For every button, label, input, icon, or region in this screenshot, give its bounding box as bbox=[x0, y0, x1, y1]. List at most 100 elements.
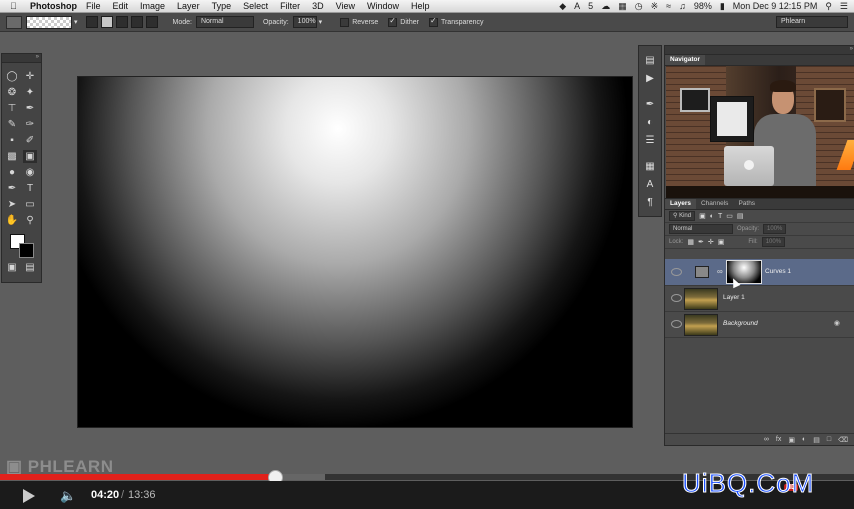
layer-opacity-input[interactable]: 100% bbox=[763, 224, 787, 234]
grid-icon[interactable]: ▦ bbox=[618, 1, 627, 12]
layer-row-layer1[interactable]: Layer 1 bbox=[665, 285, 854, 312]
layer-row-curves[interactable]: ∞ Curves 1 bbox=[665, 259, 854, 286]
navigator-preview[interactable] bbox=[666, 66, 854, 198]
visibility-eye-icon[interactable] bbox=[671, 294, 682, 302]
blend-mode-select[interactable]: Normal bbox=[669, 224, 733, 234]
tab-paths[interactable]: Paths bbox=[733, 199, 760, 209]
shape-filter-icon[interactable]: ▭ bbox=[726, 212, 733, 220]
layer-row-background[interactable]: Background ◉ bbox=[665, 311, 854, 338]
dodge-tool-icon[interactable]: ◉ bbox=[23, 166, 37, 179]
radial-gradient-button[interactable] bbox=[100, 16, 113, 28]
tab-layers[interactable]: Layers bbox=[665, 199, 696, 209]
visibility-eye-icon[interactable] bbox=[671, 320, 682, 328]
reverse-checkbox[interactable] bbox=[340, 17, 350, 27]
actions-panel-icon[interactable]: ▶ bbox=[643, 72, 657, 86]
opacity-chevron-icon[interactable]: ▾ bbox=[319, 18, 323, 26]
add-mask-icon[interactable]: ▣ bbox=[788, 436, 795, 444]
dropbox-icon[interactable]: ◆ bbox=[559, 1, 566, 12]
document-canvas[interactable] bbox=[77, 76, 633, 428]
lock-all-icon[interactable]: ▣ bbox=[718, 238, 725, 246]
adjustment-filter-icon[interactable]: ◐ bbox=[710, 213, 714, 220]
trash-icon[interactable]: ⌫ bbox=[838, 436, 848, 444]
layer-name[interactable]: Curves 1 bbox=[765, 268, 791, 275]
path-select-tool-icon[interactable]: ➤ bbox=[5, 198, 19, 211]
app-menu[interactable]: Photoshop bbox=[30, 1, 77, 11]
menu-image[interactable]: Image bbox=[140, 1, 165, 11]
brush-panel-icon[interactable]: ✒ bbox=[643, 98, 657, 112]
workspace-select[interactable]: Phlearn bbox=[776, 16, 848, 28]
menu-3d[interactable]: 3D bbox=[312, 1, 324, 11]
angle-gradient-button[interactable] bbox=[115, 16, 128, 28]
navigator-panel-header[interactable]: » bbox=[665, 46, 854, 55]
clone-stamp-tool-icon[interactable]: ▪ bbox=[5, 134, 19, 147]
zoom-tool-icon[interactable]: ⚲ bbox=[23, 214, 37, 227]
menu-help[interactable]: Help bbox=[411, 1, 430, 11]
link-icon[interactable]: ∞ bbox=[717, 267, 723, 276]
paragraph-panel-icon[interactable]: ¶ bbox=[643, 196, 657, 210]
type-filter-icon[interactable]: T bbox=[718, 213, 722, 220]
menu-select[interactable]: Select bbox=[243, 1, 268, 11]
list-icon[interactable]: ☰ bbox=[840, 1, 848, 12]
quick-mask-icon[interactable]: ▣ bbox=[5, 261, 19, 274]
battery-text[interactable]: 98% bbox=[694, 1, 712, 11]
diamond-gradient-button[interactable] bbox=[145, 16, 158, 28]
gradient-tool-icon[interactable]: ▣ bbox=[23, 150, 37, 163]
layer-style-icon[interactable]: fx bbox=[776, 436, 781, 443]
swatches-panel-icon[interactable]: ▦ bbox=[643, 160, 657, 174]
gradient-picker[interactable] bbox=[26, 15, 72, 29]
new-adjustment-icon[interactable]: ◐ bbox=[802, 436, 806, 443]
visibility-eye-icon[interactable] bbox=[671, 268, 682, 276]
search-icon[interactable]: ⚲ bbox=[825, 1, 832, 12]
bluetooth-icon[interactable]: ※ bbox=[651, 1, 659, 12]
apple-menu-icon[interactable]:  bbox=[10, 1, 22, 11]
crop-tool-icon[interactable]: ⊤ bbox=[5, 102, 19, 115]
lasso-tool-icon[interactable]: ❂ bbox=[5, 86, 19, 99]
menu-type[interactable]: Type bbox=[212, 1, 232, 11]
play-icon[interactable] bbox=[23, 489, 35, 503]
marquee-tool-icon[interactable]: ◯ bbox=[5, 70, 19, 83]
eraser-tool-icon[interactable]: ▩ bbox=[5, 150, 19, 163]
dither-checkbox[interactable] bbox=[388, 16, 398, 27]
cloud-icon[interactable]: ☁ bbox=[601, 1, 610, 12]
shape-tool-icon[interactable]: ▭ bbox=[23, 198, 37, 211]
move-tool-icon[interactable]: ✛ bbox=[23, 70, 37, 83]
volume-icon[interactable]: ♫ bbox=[679, 1, 686, 11]
tab-channels[interactable]: Channels bbox=[696, 199, 733, 209]
reflected-gradient-button[interactable] bbox=[130, 16, 143, 28]
menu-file[interactable]: File bbox=[86, 1, 101, 11]
adjustments-panel-icon[interactable]: ◐ bbox=[643, 116, 657, 130]
volume-icon[interactable]: 🔈 bbox=[60, 488, 76, 504]
tools-panel-header[interactable]: » bbox=[2, 54, 41, 63]
background-color-swatch[interactable] bbox=[19, 243, 34, 258]
lock-pixels-icon[interactable]: ✒ bbox=[698, 238, 704, 246]
new-group-icon[interactable]: ▤ bbox=[813, 436, 820, 444]
screen-mode-icon[interactable]: ▤ bbox=[23, 261, 37, 274]
history-brush-tool-icon[interactable]: ✐ bbox=[23, 134, 37, 147]
eyedropper-tool-icon[interactable]: ✒ bbox=[23, 102, 37, 115]
clock-icon[interactable]: ◷ bbox=[635, 1, 643, 12]
battery-icon[interactable]: ▮ bbox=[720, 1, 725, 12]
transparency-checkbox[interactable] bbox=[428, 16, 438, 27]
menu-view[interactable]: View bbox=[336, 1, 355, 11]
history-panel-icon[interactable]: ▤ bbox=[643, 54, 657, 68]
menu-window[interactable]: Window bbox=[367, 1, 399, 11]
wifi-icon[interactable]: ≈ bbox=[666, 1, 671, 11]
lock-position-icon[interactable]: ✛ bbox=[708, 238, 714, 246]
chevron-down-icon[interactable]: ▾ bbox=[74, 18, 78, 26]
pixel-filter-icon[interactable]: ▣ bbox=[699, 212, 706, 220]
fill-input[interactable]: 100% bbox=[761, 237, 786, 247]
properties-panel-icon[interactable]: ☰ bbox=[643, 134, 657, 148]
layer-name[interactable]: Background bbox=[723, 320, 758, 327]
lock-transparent-icon[interactable]: ▦ bbox=[687, 238, 694, 246]
character-panel-icon[interactable]: A bbox=[643, 178, 657, 192]
smart-object-filter-icon[interactable]: ▤ bbox=[737, 212, 744, 220]
link-layers-icon[interactable]: ∞ bbox=[764, 436, 769, 443]
linear-gradient-button[interactable] bbox=[85, 16, 98, 28]
kind-filter-select[interactable]: ⚲ Kind bbox=[669, 211, 696, 221]
new-layer-icon[interactable]: □ bbox=[827, 436, 831, 443]
tab-navigator[interactable]: Navigator bbox=[665, 55, 705, 65]
menu-filter[interactable]: Filter bbox=[280, 1, 300, 11]
hand-tool-icon[interactable]: ✋ bbox=[5, 214, 19, 227]
type-tool-icon[interactable]: T bbox=[23, 182, 37, 195]
mode-select[interactable]: Normal bbox=[195, 16, 254, 28]
